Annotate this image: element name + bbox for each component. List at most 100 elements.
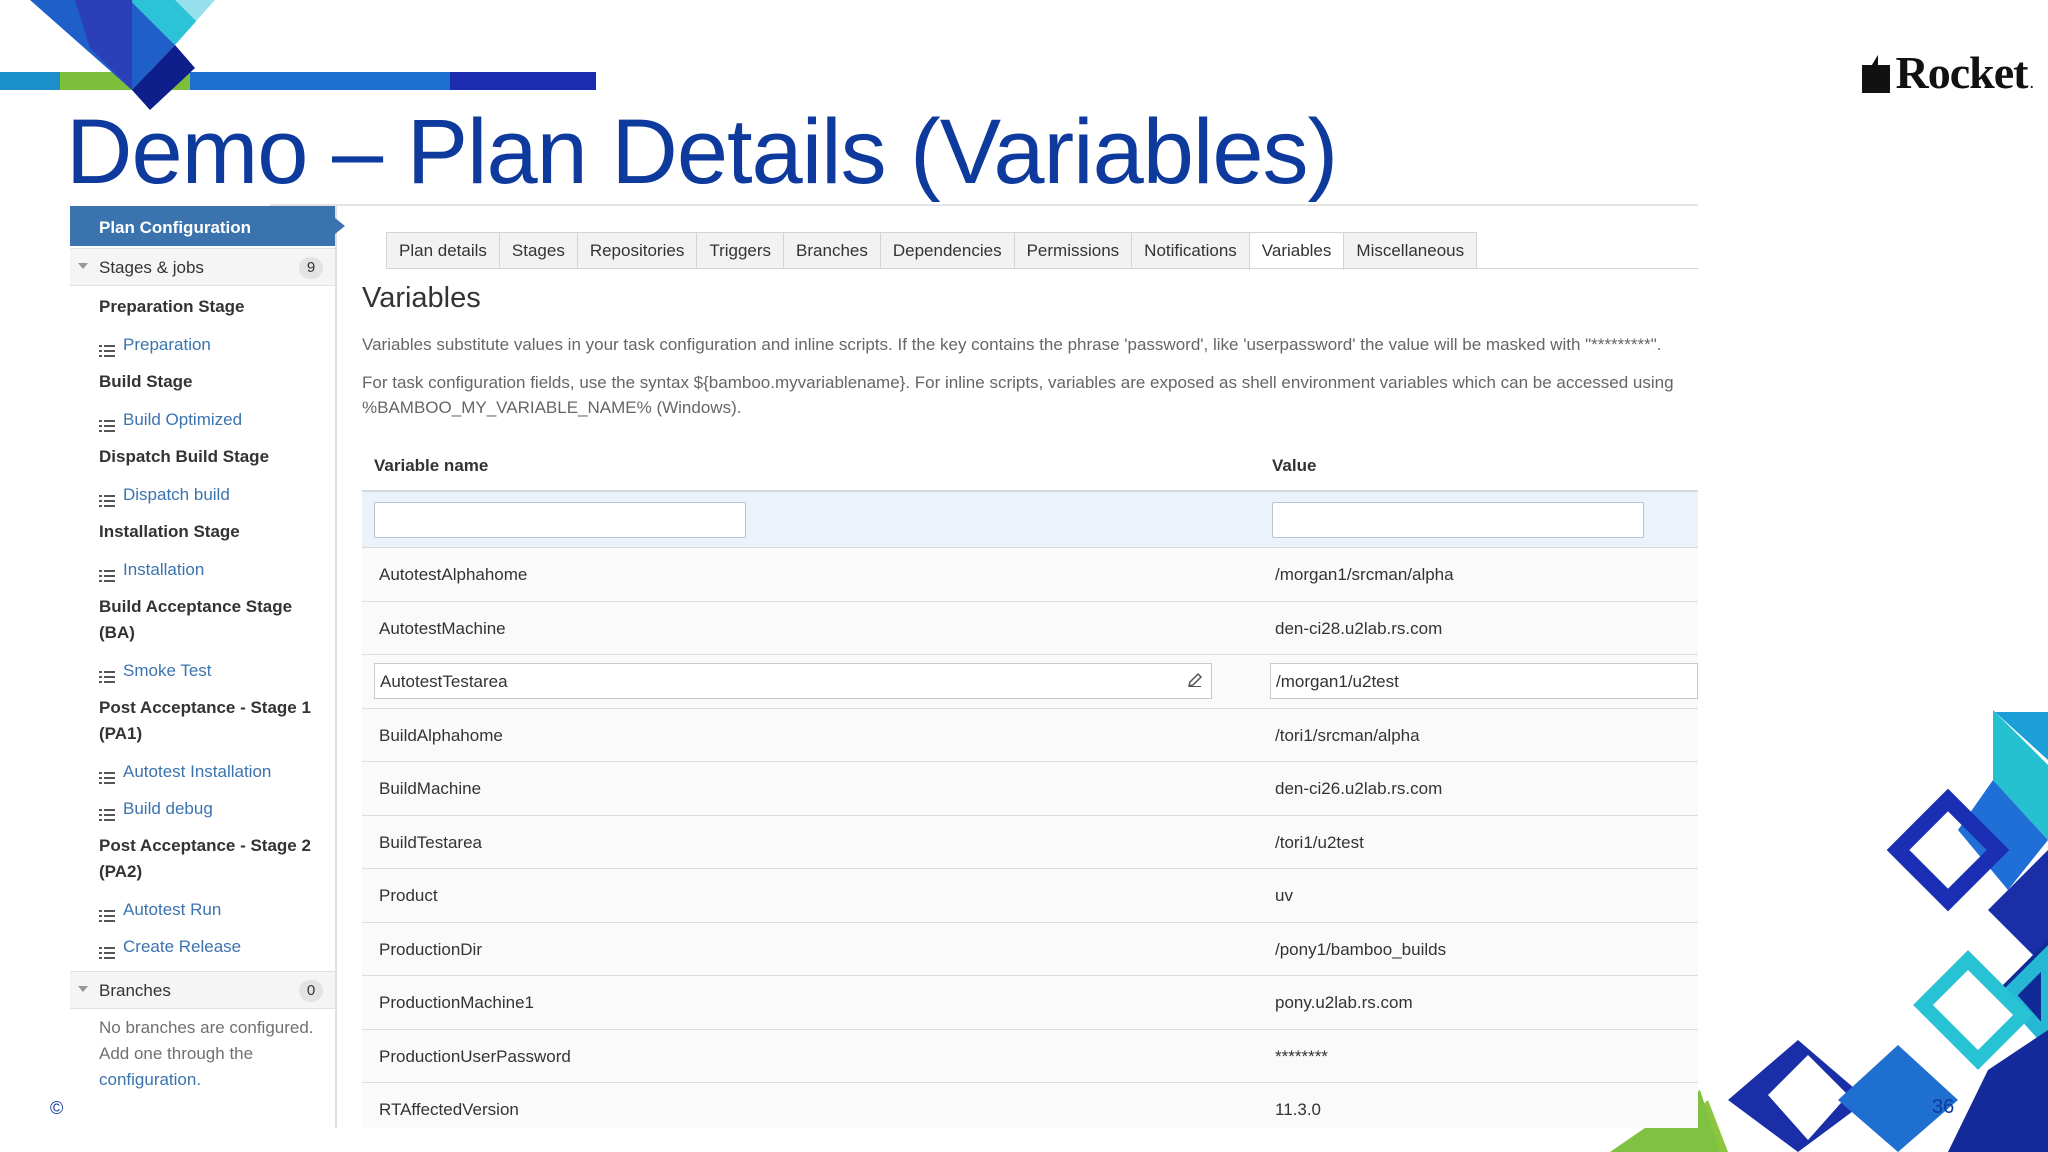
sidebar-job[interactable]: Autotest Installation [70,759,335,785]
sidebar-stage[interactable]: Installation Stage [70,519,335,545]
sidebar-header[interactable]: Plan Configuration [70,206,345,246]
sidebar-stage[interactable]: Post Acceptance - Stage 2 (PA2) [70,833,335,885]
variable-value: den-ci28.u2lab.rs.com [1275,618,1443,638]
table-row[interactable]: BuildMachine den-ci26.u2lab.rs.com [362,762,1698,816]
table-row[interactable]: AutotestMachine den-ci28.u2lab.rs.com [362,601,1698,655]
list-icon [99,414,115,432]
sidebar-job[interactable]: Create Release [70,934,335,960]
variable-name-edit-field[interactable]: AutotestTestarea [374,663,1212,699]
variable-name: BuildTestarea [379,832,483,852]
sidebar-job-label: Autotest Run [123,900,222,919]
tab-permissions[interactable]: Permissions [1013,232,1133,268]
sidebar-job-label: Preparation [123,335,211,354]
variable-name: AutotestAlphahome [379,565,528,584]
branches-label: Branches [99,981,171,1000]
list-icon [99,904,115,922]
variable-value: /pony1/bamboo_builds [1275,939,1447,959]
variables-table: Variable name Value AutotestAlphahome/mo… [362,444,1698,1128]
sidebar-job[interactable]: Installation [70,557,335,583]
tab-plan-details[interactable]: Plan details [386,232,500,268]
rocket-logo: Rocket . [1858,46,2034,99]
variable-value: /morgan1/srcman/alpha [1275,565,1454,584]
description-line-1: Variables substitute values in your task… [362,335,1662,354]
variable-value-edit-field[interactable]: /morgan1/u2test [1270,663,1698,699]
sidebar-job[interactable]: Autotest Run [70,897,335,923]
collapse-caret-icon[interactable] [78,986,88,992]
description-line-2: For task configuration fields, use the s… [362,373,1674,392]
tab-miscellaneous[interactable]: Miscellaneous [1343,232,1478,268]
stage-list: Preparation Stage Preparation Build Stage B… [70,286,335,960]
table-row[interactable]: Product uv [362,869,1698,923]
variable-name: ProductionUserPassword [379,1046,571,1066]
sidebar-stage[interactable]: Dispatch Build Stage [70,444,335,470]
stages-count-badge: 9 [299,257,323,279]
sidebar-job-label: Autotest Installation [123,762,272,781]
logo-dot: . [2029,72,2035,92]
sidebar-stage[interactable]: Preparation Stage [70,294,335,320]
variable-value: uv [1275,886,1293,905]
stages-section[interactable]: Stages & jobs 9 [70,248,335,286]
stages-label: Stages & jobs [99,258,204,277]
description-line-3: %BAMBOO_MY_VARIABLE_NAME% (Windows). [362,398,742,417]
sidebar: Plan Configuration Stages & jobs 9 Prepa… [70,206,345,1128]
variable-value: den-ci26.u2lab.rs.com [1275,779,1443,798]
tab-stages[interactable]: Stages [498,232,578,268]
variable-name: BuildMachine [379,779,482,798]
column-header-name: Variable name [374,456,489,475]
table-row[interactable]: AutotestTestarea/morgan1/u2test [362,655,1698,709]
sidebar-job[interactable]: Build debug [70,796,335,822]
table-header: Variable name Value [362,444,1698,490]
variable-name: AutotestMachine [379,618,506,638]
sidebar-job-label: Build Optimized [123,410,243,429]
branches-count-badge: 0 [299,980,323,1002]
bamboo-screenshot: Plan Configuration Stages & jobs 9 Prepa… [70,204,1698,1128]
tab-triggers[interactable]: Triggers [696,232,785,268]
collapse-caret-icon[interactable] [78,263,88,269]
list-icon [99,339,115,357]
column-header-value: Value [1272,456,1317,475]
sidebar-job[interactable]: Preparation [70,332,335,358]
tab-repositories[interactable]: Repositories [576,232,698,268]
variable-value: pony.u2lab.rs.com [1275,993,1413,1012]
slide-title: Demo – Plan Details (Variables) [66,101,1338,203]
variable-name: ProductionMachine1 [379,993,534,1012]
tab-branches[interactable]: Branches [783,232,881,268]
sidebar-stage[interactable]: Post Acceptance - Stage 1 (PA1) [70,695,335,747]
list-icon [99,489,115,507]
variable-name: Product [379,886,438,905]
list-icon [99,941,115,959]
sidebar-stage[interactable]: Build Stage [70,369,335,395]
configuration-link[interactable]: configuration. [99,1070,201,1089]
sidebar-job-label: Build debug [123,799,213,818]
table-row[interactable]: ProductionUserPassword ******** [362,1029,1698,1083]
pencil-icon[interactable] [1187,672,1203,688]
sidebar-job[interactable]: Build Optimized [70,407,335,433]
page-number: 36 [1932,1096,1955,1118]
table-row[interactable]: AutotestAlphahome/morgan1/srcman/alpha [362,548,1698,602]
logo-text: Rocket [1895,47,2029,98]
variable-value: /tori1/srcman/alpha [1275,725,1420,745]
variable-name: ProductionDir [379,939,482,959]
list-icon [99,766,115,784]
main-content: Plan details Stages Repositories Triggers Br… [362,206,1698,1128]
new-variable-value-input[interactable] [1272,502,1644,538]
sidebar-job[interactable]: Smoke Test [70,658,335,684]
sidebar-job-label: Installation [123,560,205,579]
tab-variables[interactable]: Variables [1248,232,1345,270]
table-row[interactable]: RTAffectedVersion 11.3.0 [362,1083,1698,1128]
sidebar-stage[interactable]: Build Acceptance Stage (BA) [70,594,335,646]
tab-bar: Plan details Stages Repositories Triggers Br… [386,232,1478,270]
table-row[interactable]: BuildTestarea/tori1/u2test [362,815,1698,869]
sidebar-job-label: Create Release [123,937,242,956]
new-variable-row [362,490,1698,548]
list-icon [99,803,115,821]
tab-dependencies[interactable]: Dependencies [879,232,1015,268]
table-row[interactable]: ProductionDir/pony1/bamboo_builds [362,922,1698,976]
new-variable-name-input[interactable] [374,502,746,538]
tab-notifications[interactable]: Notifications [1131,232,1250,268]
sidebar-job[interactable]: Dispatch build [70,482,335,508]
table-row[interactable]: BuildAlphahome/tori1/srcman/alpha [362,708,1698,762]
branches-section[interactable]: Branches 0 [70,971,335,1009]
variable-name: BuildAlphahome [379,725,503,745]
table-row[interactable]: ProductionMachine1 pony.u2lab.rs.com [362,976,1698,1030]
